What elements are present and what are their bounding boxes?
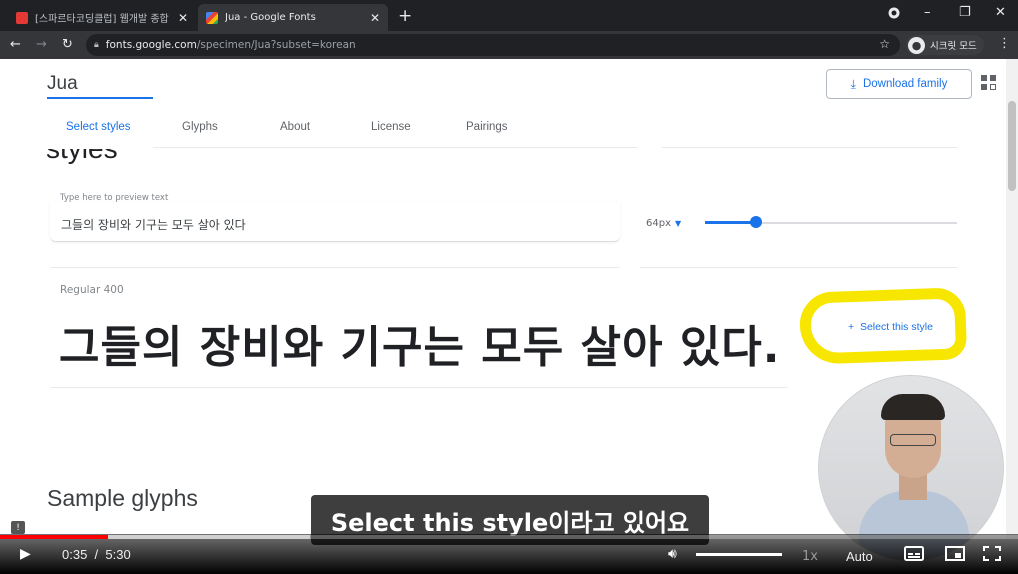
volume-slider[interactable] bbox=[696, 553, 782, 556]
incognito-profile-button[interactable]: ● 시크릿 모드 bbox=[906, 35, 984, 55]
tab-pairings[interactable]: Pairings bbox=[466, 121, 508, 133]
forward-icon[interactable]: → bbox=[36, 37, 47, 52]
video-frame: [스파르타코딩클럽] 웹개발 종합 ✕ Jua - Google Fonts ✕… bbox=[0, 0, 1018, 574]
record-indicator-icon bbox=[888, 7, 900, 23]
font-size-value: 64px bbox=[646, 218, 671, 229]
subtitles-icon[interactable] bbox=[904, 546, 924, 565]
scrollbar-thumb[interactable] bbox=[1008, 101, 1016, 191]
profile-label: 시크릿 모드 bbox=[930, 41, 977, 52]
volume-icon[interactable]: 🔊︎ bbox=[668, 546, 677, 562]
specimen-tabs: Select styles Glyphs About License Pairi… bbox=[0, 107, 1006, 149]
tab-sparta[interactable]: [스파르타코딩클럽] 웹개발 종합 ✕ bbox=[8, 4, 196, 31]
divider bbox=[640, 267, 958, 268]
tab-google-fonts[interactable]: Jua - Google Fonts ✕ bbox=[198, 4, 388, 31]
font-family-title: Jua bbox=[47, 73, 78, 94]
info-card-icon[interactable]: ! bbox=[11, 521, 25, 534]
divider bbox=[153, 147, 637, 148]
tab-select-styles[interactable]: Select styles bbox=[66, 121, 131, 133]
url-path: /specimen/Jua?subset=korean bbox=[196, 39, 356, 51]
selected-families-icon[interactable] bbox=[981, 75, 997, 91]
quality-setting[interactable]: Auto bbox=[846, 549, 873, 564]
back-icon[interactable]: ← bbox=[10, 37, 21, 52]
incognito-icon: ● bbox=[908, 36, 925, 54]
lock-icon: 🔒︎ bbox=[94, 40, 99, 50]
tab-license[interactable]: License bbox=[371, 121, 411, 133]
close-tab-icon[interactable]: ✕ bbox=[178, 11, 188, 25]
google-fonts-favicon-icon bbox=[206, 11, 218, 24]
sparta-favicon-icon bbox=[16, 11, 28, 24]
browser-tab-bar: [스파르타코딩클럽] 웹개발 종합 ✕ Jua - Google Fonts ✕… bbox=[0, 0, 1018, 31]
font-size-select[interactable]: 64px ▼ bbox=[646, 218, 681, 229]
address-bar[interactable]: 🔒︎ fonts.google.com /specimen/Jua?subset… bbox=[86, 34, 900, 56]
miniplayer-icon[interactable] bbox=[945, 546, 965, 565]
url-host: fonts.google.com bbox=[105, 39, 197, 51]
tab-title: [스파르타코딩클럽] 웹개발 종합 bbox=[35, 14, 169, 25]
minimize-button[interactable]: – bbox=[924, 5, 931, 20]
divider bbox=[662, 147, 958, 148]
font-size-slider-thumb[interactable] bbox=[750, 216, 762, 228]
font-size-slider-fill bbox=[705, 221, 756, 224]
reload-icon[interactable]: ↻ bbox=[62, 37, 73, 52]
duration: 5:30 bbox=[105, 547, 131, 562]
current-time: 0:35 bbox=[62, 547, 88, 562]
presenter-hair bbox=[881, 394, 945, 420]
caret-down-icon: ▼ bbox=[675, 219, 682, 228]
menu-dots-icon[interactable]: ⋮ bbox=[998, 36, 1011, 51]
close-tab-icon[interactable]: ✕ bbox=[370, 11, 380, 25]
maximize-button[interactable]: ❐ bbox=[959, 5, 971, 20]
style-sample-text: 그들의 장비와 기구는 모두 살아 있다. bbox=[59, 322, 781, 373]
tab-glyphs[interactable]: Glyphs bbox=[182, 121, 218, 133]
download-icon: ⤓ bbox=[850, 76, 856, 91]
time-separator: / bbox=[94, 547, 99, 562]
sample-glyphs-heading: Sample glyphs bbox=[47, 485, 198, 511]
presenter-glasses bbox=[890, 434, 936, 446]
preview-text-value[interactable]: 그들의 장비와 기구는 모두 살아 있다 bbox=[61, 216, 246, 233]
browser-toolbar: ← → ↻ 🔒︎ fonts.google.com /specimen/Jua?… bbox=[0, 31, 1018, 59]
tab-title: Jua - Google Fonts bbox=[225, 12, 316, 23]
download-family-button[interactable]: ⤓ Download family bbox=[826, 69, 972, 99]
playback-speed[interactable]: 1x bbox=[802, 549, 818, 564]
close-window-button[interactable]: ✕ bbox=[995, 5, 1006, 20]
active-tab-indicator bbox=[47, 97, 153, 99]
play-icon[interactable]: ▶ bbox=[20, 546, 31, 562]
divider bbox=[50, 387, 788, 388]
preview-placeholder-label: Type here to preview text bbox=[60, 193, 169, 203]
time-display: 0:35 / 5:30 bbox=[62, 547, 131, 562]
tab-about[interactable]: About bbox=[280, 121, 310, 133]
fullscreen-icon[interactable] bbox=[983, 546, 1001, 565]
highlight-annotation bbox=[798, 287, 968, 365]
progress-played bbox=[0, 535, 108, 539]
bookmark-star-icon[interactable]: ☆ bbox=[879, 37, 890, 51]
divider bbox=[50, 267, 620, 268]
download-label: Download family bbox=[862, 78, 948, 90]
style-weight-label: Regular 400 bbox=[60, 284, 124, 296]
new-tab-button[interactable]: + bbox=[398, 6, 412, 26]
